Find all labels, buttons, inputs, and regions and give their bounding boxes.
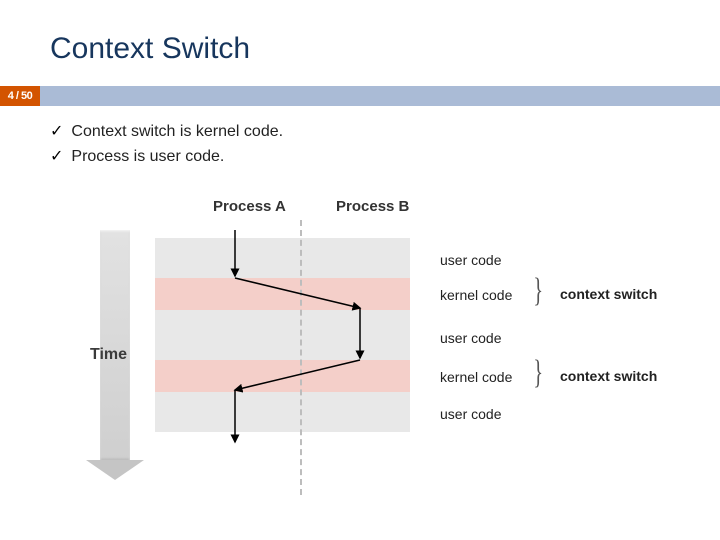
context-switch-annotation: context switch	[560, 368, 657, 384]
time-arrow-icon	[100, 230, 130, 460]
time-axis-label: Time	[90, 346, 127, 364]
bullet-text: Context switch is kernel code.	[71, 120, 283, 145]
phase-label-user: user code	[440, 406, 501, 422]
context-switch-annotation: context switch	[560, 286, 657, 302]
list-item: ✓ Context switch is kernel code.	[50, 120, 283, 145]
execution-path-icon	[155, 230, 415, 490]
brace-icon: }	[533, 354, 543, 392]
phase-label-user: user code	[440, 330, 501, 346]
process-a-header: Process A	[213, 198, 286, 215]
title-divider-bar	[0, 86, 720, 106]
check-icon: ✓	[50, 145, 63, 170]
context-switch-diagram: Time Process A Process B user code	[0, 190, 720, 520]
list-item: ✓ Process is user code.	[50, 145, 283, 170]
process-b-header: Process B	[336, 198, 409, 215]
page-number-badge: 4 / 50	[0, 86, 40, 106]
bullet-list: ✓ Context switch is kernel code. ✓ Proce…	[50, 120, 283, 170]
phase-label-kernel: kernel code	[440, 369, 512, 385]
brace-icon: }	[533, 272, 543, 310]
phase-label-user: user code	[440, 252, 501, 268]
bullet-text: Process is user code.	[71, 145, 224, 170]
slide-title: Context Switch	[50, 32, 250, 66]
phase-label-kernel: kernel code	[440, 287, 512, 303]
check-icon: ✓	[50, 120, 63, 145]
